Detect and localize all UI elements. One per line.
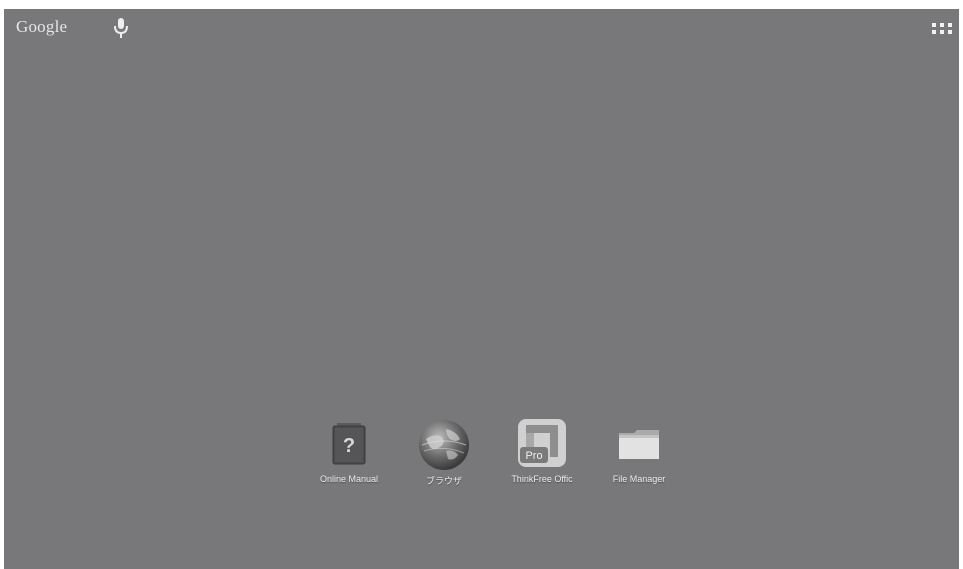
app-thinkfree-office[interactable]: Pro ThinkFree Offic bbox=[497, 417, 587, 487]
app-browser[interactable]: ブラウザ bbox=[399, 417, 489, 487]
google-search-logo[interactable]: Google bbox=[16, 17, 67, 37]
folder-icon bbox=[614, 417, 664, 472]
microphone-icon[interactable] bbox=[111, 16, 131, 42]
app-label: File Manager bbox=[612, 474, 666, 484]
app-file-manager[interactable]: File Manager bbox=[594, 417, 684, 487]
app-label: ブラウザ bbox=[425, 476, 462, 486]
all-apps-icon[interactable] bbox=[931, 22, 953, 36]
app-online-manual[interactable]: ? Online Manual bbox=[304, 417, 394, 487]
app-label: ThinkFree Offic bbox=[511, 474, 573, 484]
svg-text:?: ? bbox=[343, 435, 355, 457]
svg-text:Pro: Pro bbox=[525, 450, 542, 462]
question-book-icon: ? bbox=[329, 417, 369, 472]
thinkfree-office-pro-icon: Pro bbox=[516, 417, 568, 474]
app-label: Online Manual bbox=[319, 474, 379, 484]
globe-icon bbox=[416, 417, 472, 478]
home-screen: Google ? Online Manual ブラウザ Pro ThinkFre… bbox=[4, 9, 959, 569]
app-dock: ? Online Manual ブラウザ Pro ThinkFree Offic… bbox=[304, 417, 684, 487]
